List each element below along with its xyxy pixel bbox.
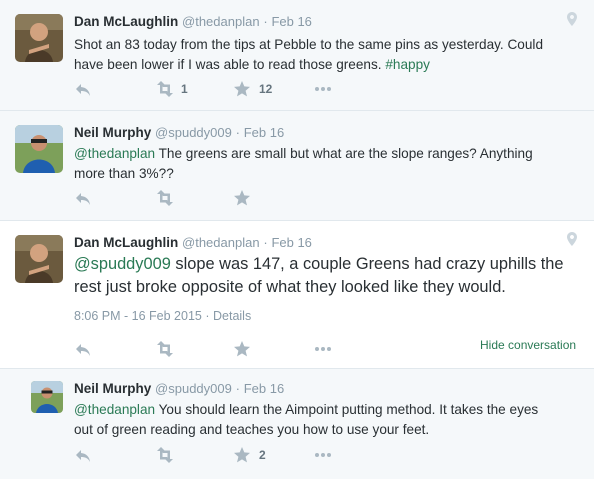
tweet-header: Neil Murphy @spuddy009 · Feb 16 xyxy=(74,380,284,398)
mention-link[interactable]: @thedanplan xyxy=(74,402,155,417)
reply-icon xyxy=(74,447,92,463)
user-name[interactable]: Dan McLaughlin xyxy=(74,235,178,250)
focused-tweet[interactable]: Dan McLaughlin @thedanplan · Feb 16 @spu… xyxy=(0,221,594,369)
tweet-text-line: You should learn the Aimpoint putting me… xyxy=(155,402,539,417)
retweet-icon xyxy=(153,80,173,98)
tweet-actions xyxy=(74,340,374,358)
separator: · xyxy=(235,381,240,396)
tweet-text: @thedanplan The greens are small but wha… xyxy=(74,144,584,184)
reply-button[interactable] xyxy=(74,189,92,207)
favorite-button[interactable] xyxy=(233,189,251,207)
tweet-text-line: slope was 147, a couple Greens had crazy… xyxy=(170,255,564,273)
tweet-header: Dan McLaughlin @thedanplan · Feb 16 xyxy=(74,234,312,252)
user-handle[interactable]: @spuddy009 xyxy=(155,125,232,140)
tweet-date[interactable]: Feb 16 xyxy=(271,14,311,29)
user-name[interactable]: Dan McLaughlin xyxy=(74,14,178,29)
retweet-icon xyxy=(153,446,173,464)
retweet-icon xyxy=(153,189,173,207)
retweet-button[interactable] xyxy=(153,340,173,358)
user-handle[interactable]: @thedanplan xyxy=(182,14,260,29)
reply-button[interactable] xyxy=(74,446,92,464)
tweet-header: Neil Murphy @spuddy009 · Feb 16 xyxy=(74,124,284,142)
more-icon xyxy=(314,80,332,98)
retweet-button[interactable]: 1 xyxy=(153,80,188,98)
reply-button[interactable] xyxy=(74,340,92,358)
reply-icon xyxy=(74,341,92,357)
location-pin-icon[interactable] xyxy=(567,232,577,251)
avatar[interactable] xyxy=(31,381,63,413)
tweet-actions xyxy=(74,189,374,207)
tweet-actions: 2 xyxy=(74,446,374,464)
more-button[interactable] xyxy=(314,446,332,464)
separator: · xyxy=(205,309,210,323)
tweet-text-line: Shot an 83 today from the tips at Pebble… xyxy=(74,37,544,52)
mention-link[interactable]: @thedanplan xyxy=(74,146,155,161)
tweet-text-line: rest just broke opposite of what they lo… xyxy=(74,278,506,296)
avatar[interactable] xyxy=(15,125,63,173)
hashtag-link[interactable]: #happy xyxy=(385,57,430,72)
user-name[interactable]: Neil Murphy xyxy=(74,125,151,140)
separator: · xyxy=(263,235,268,250)
reply-button[interactable] xyxy=(74,80,92,98)
tweet[interactable]: Dan McLaughlin @thedanplan · Feb 16 Shot… xyxy=(0,0,594,111)
more-button[interactable] xyxy=(314,340,332,358)
hide-conversation-link[interactable]: Hide conversation xyxy=(480,338,576,352)
tweet-text-line: have been lower if I was able to read th… xyxy=(74,57,386,72)
tweet-text-line: The greens are small but what are the sl… xyxy=(155,146,533,161)
reply-icon xyxy=(74,190,92,206)
tweet-text-line: out of green reading and teaches you how… xyxy=(74,422,430,437)
details-link[interactable]: Details xyxy=(213,309,251,323)
mention-link[interactable]: @spuddy009 xyxy=(74,255,171,273)
tweet-date[interactable]: Feb 16 xyxy=(244,381,284,396)
tweet-text: @thedanplan You should learn the Aimpoin… xyxy=(74,400,589,440)
tweet-text-line: more than 3%?? xyxy=(74,166,174,181)
tweet-header: Dan McLaughlin @thedanplan · Feb 16 xyxy=(74,13,312,31)
more-icon xyxy=(314,340,332,358)
favorite-button[interactable] xyxy=(233,340,251,358)
reply-icon xyxy=(74,81,92,97)
star-icon xyxy=(233,340,251,358)
separator: · xyxy=(263,14,268,29)
separator: · xyxy=(235,125,240,140)
retweet-button[interactable] xyxy=(153,446,173,464)
location-pin-icon[interactable] xyxy=(567,12,577,31)
star-icon xyxy=(233,446,251,464)
tweet-date[interactable]: Feb 16 xyxy=(271,235,311,250)
avatar[interactable] xyxy=(15,14,63,62)
favorite-button[interactable]: 2 xyxy=(233,446,266,464)
favorite-count: 12 xyxy=(259,82,273,96)
tweet-text: Shot an 83 today from the tips at Pebble… xyxy=(74,35,584,75)
user-name[interactable]: Neil Murphy xyxy=(74,381,151,396)
retweet-icon xyxy=(153,340,173,358)
tweet-actions: 1 12 xyxy=(74,80,374,98)
retweet-button[interactable] xyxy=(153,189,173,207)
user-handle[interactable]: @spuddy009 xyxy=(155,381,232,396)
more-button[interactable] xyxy=(314,80,332,98)
tweet-timestamp[interactable]: 8:06 PM - 16 Feb 2015 xyxy=(74,309,202,323)
star-icon xyxy=(233,80,251,98)
reply-tweet[interactable]: Neil Murphy @spuddy009 · Feb 16 @thedanp… xyxy=(0,369,594,479)
user-handle[interactable]: @thedanplan xyxy=(182,235,260,250)
retweet-count: 1 xyxy=(181,82,188,96)
avatar[interactable] xyxy=(15,235,63,283)
favorite-button[interactable]: 12 xyxy=(233,80,272,98)
tweet-date[interactable]: Feb 16 xyxy=(244,125,284,140)
star-icon xyxy=(233,189,251,207)
more-icon xyxy=(314,446,332,464)
tweet[interactable]: Neil Murphy @spuddy009 · Feb 16 @thedanp… xyxy=(0,111,594,221)
favorite-count: 2 xyxy=(259,448,266,462)
tweet-meta: 8:06 PM - 16 Feb 2015 · Details xyxy=(74,309,251,323)
tweet-text: @spuddy009 slope was 147, a couple Green… xyxy=(74,253,584,299)
